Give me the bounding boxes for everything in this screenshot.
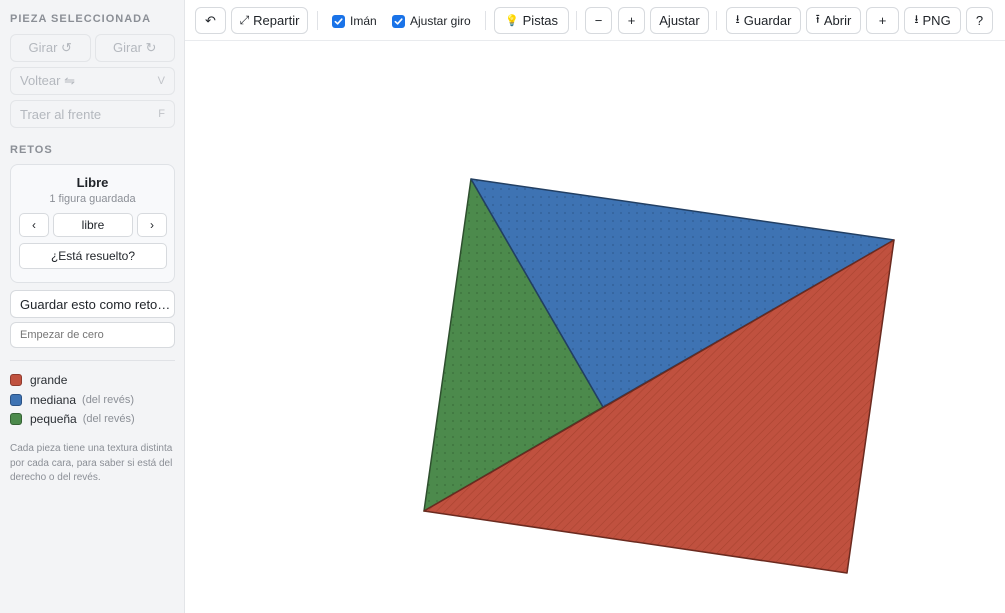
- toolbar-separator: [716, 11, 717, 30]
- fit-button[interactable]: Ajustar: [650, 7, 709, 34]
- legend-note-medium: (del revés): [82, 394, 134, 406]
- legend-note-small: (del revés): [82, 413, 135, 425]
- large-swatch: [10, 374, 22, 386]
- app-root: PIEZA SELECCIONADA Girar ↺ Girar ↻ Volte…: [0, 0, 1005, 613]
- rotate-left-button[interactable]: Girar ↺: [10, 34, 91, 62]
- bring-to-front-button[interactable]: Traer al frente F: [10, 100, 175, 128]
- flip-button[interactable]: Voltear ⇋ V: [10, 67, 175, 95]
- new-button[interactable]: +: [866, 7, 899, 34]
- download-icon: ⭳: [735, 12, 740, 26]
- flip-shortcut: V: [157, 75, 165, 87]
- legend-label-large: grande: [30, 373, 68, 387]
- legend-item-medium: mediana (del revés): [10, 393, 134, 407]
- legend-label-medium: mediana: [30, 393, 77, 407]
- help-icon: ?: [975, 13, 984, 28]
- rotate-right-button[interactable]: Girar ↻: [94, 34, 175, 62]
- toolbar-separator: [576, 11, 577, 30]
- open-label: Abrir: [823, 13, 852, 28]
- divider: [10, 360, 175, 361]
- snap-rotation-checkbox[interactable]: Ajustar giro: [392, 13, 471, 29]
- start-from-scratch-input[interactable]: [10, 322, 175, 348]
- save-button[interactable]: ⭳ Guardar: [726, 7, 801, 34]
- bring-to-front-shortcut: F: [158, 108, 165, 120]
- challenge-subtitle: 1 figura guardada: [49, 193, 136, 205]
- check-solved-button[interactable]: ¿Está resuelto?: [19, 243, 167, 269]
- sidebar: PIEZA SELECCIONADA Girar ↺ Girar ↻ Volte…: [0, 0, 185, 613]
- help-button[interactable]: ?: [966, 7, 993, 34]
- magnet-label: Imán: [350, 14, 377, 28]
- plus-icon: +: [627, 13, 636, 28]
- export-png-button[interactable]: ⭳ PNG: [904, 7, 961, 34]
- prev-challenge-button[interactable]: ‹: [19, 213, 49, 237]
- selected-piece-title: PIEZA SELECCIONADA: [10, 13, 152, 25]
- challenges-title: RETOS: [10, 144, 53, 156]
- challenge-selector[interactable]: libre: [53, 213, 133, 237]
- minus-icon: −: [594, 13, 603, 28]
- hints-label: Pistas: [522, 13, 559, 28]
- toolbar: ↶ ⤢ Repartir Imán Ajustar giro 💡 Pistas …: [185, 0, 1005, 41]
- zoom-out-button[interactable]: −: [585, 7, 612, 34]
- next-challenge-button[interactable]: ›: [137, 213, 167, 237]
- upload-icon: ⭱: [815, 12, 820, 26]
- download-icon: ⭳: [914, 12, 919, 26]
- rotate-buttons-row: Girar ↺ Girar ↻: [10, 34, 175, 62]
- toolbar-separator: [485, 11, 486, 30]
- board-canvas[interactable]: [185, 41, 1005, 613]
- magnet-checkbox[interactable]: Imán: [332, 13, 377, 29]
- hints-button[interactable]: 💡 Pistas: [494, 7, 569, 34]
- snap-rotation-check-icon: [392, 14, 405, 28]
- medium-swatch: [10, 394, 22, 406]
- toolbar-separator: [317, 11, 318, 30]
- bring-to-front-label: Traer al frente: [20, 106, 102, 122]
- open-button[interactable]: ⭱ Abrir: [806, 7, 861, 34]
- undo-button[interactable]: ↶: [195, 7, 226, 34]
- challenge-card: Libre 1 figura guardada ‹ libre › ¿Está …: [10, 164, 175, 283]
- flip-button-label: Voltear ⇋: [20, 73, 75, 88]
- magnet-check-icon: [332, 14, 345, 28]
- undo-icon: ↶: [205, 12, 216, 28]
- legend-item-large: grande: [10, 373, 67, 387]
- zoom-in-button[interactable]: +: [618, 7, 645, 34]
- legend-item-small: pequeña (del revés): [10, 412, 135, 426]
- legend-label-small: pequeña: [30, 412, 77, 426]
- lightbulb-icon: 💡: [504, 15, 519, 27]
- snap-rotation-label: Ajustar giro: [410, 14, 471, 28]
- shuffle-label: Repartir: [253, 13, 300, 28]
- save-as-challenge-button[interactable]: Guardar esto como reto…: [10, 290, 175, 318]
- png-label: PNG: [922, 13, 951, 28]
- board-svg: [423, 178, 895, 574]
- shuffle-icon: ⤢: [239, 13, 250, 27]
- challenge-nav: ‹ libre ›: [19, 213, 167, 237]
- help-text: Cada pieza tiene una textura distinta po…: [10, 443, 173, 483]
- save-label: Guardar: [743, 13, 792, 28]
- plus-icon: +: [878, 13, 887, 28]
- shuffle-button[interactable]: ⤢ Repartir: [231, 7, 308, 34]
- challenge-title: Libre: [76, 175, 109, 190]
- small-swatch: [10, 413, 22, 425]
